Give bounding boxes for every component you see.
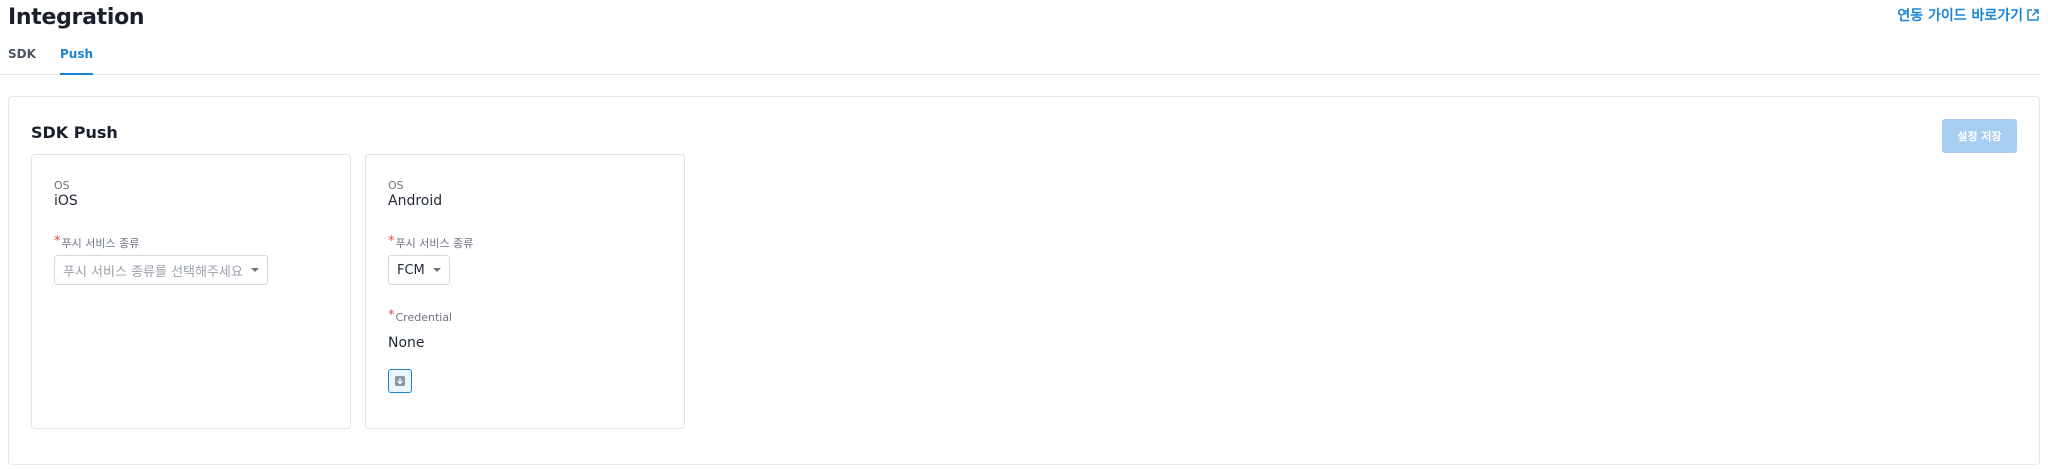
page: Integration 연동 가이드 바로가기 SDK Push SDK Pus… xyxy=(0,0,2048,470)
android-push-type-select[interactable]: FCM xyxy=(388,255,450,285)
chevron-down-icon xyxy=(432,268,441,272)
credential-value: None xyxy=(388,335,425,351)
required-marker: * xyxy=(54,234,61,249)
required-marker: * xyxy=(388,308,395,323)
push-type-label-text: 푸시 서비스 종류 xyxy=(61,237,140,250)
page-title: Integration xyxy=(8,5,145,30)
credential-label: *Credential xyxy=(388,308,453,325)
select-placeholder: 푸시 서비스 종류를 선택해주세요 xyxy=(63,264,243,280)
sdk-push-panel: SDK Push 설정 저장 OS iOS *푸시 서비스 종류 푸시 서비스 … xyxy=(8,96,2040,465)
chevron-down-icon xyxy=(250,268,259,272)
credential-label-text: Credential xyxy=(395,311,453,324)
credential-upload-button[interactable] xyxy=(388,369,412,393)
ios-push-type-select[interactable]: 푸시 서비스 종류를 선택해주세요 xyxy=(54,255,268,285)
os-value: Android xyxy=(388,193,443,209)
android-card: OS Android *푸시 서비스 종류 FCM *Credential No… xyxy=(365,154,685,429)
push-type-label: *푸시 서비스 종류 xyxy=(54,234,140,251)
os-label: OS xyxy=(54,179,70,192)
os-label: OS xyxy=(388,179,404,192)
push-type-label-text: 푸시 서비스 종류 xyxy=(395,237,474,250)
integration-guide-link[interactable]: 연동 가이드 바로가기 xyxy=(1897,5,2040,25)
tab-sdk[interactable]: SDK xyxy=(8,47,36,73)
tab-bar: SDK Push xyxy=(0,38,2040,75)
ios-card: OS iOS *푸시 서비스 종류 푸시 서비스 종류를 선택해주세요 xyxy=(31,154,351,429)
upload-icon xyxy=(394,372,406,391)
save-settings-button[interactable]: 설정 저장 xyxy=(1942,119,2017,153)
guide-link-label: 연동 가이드 바로가기 xyxy=(1897,8,2023,24)
push-type-label: *푸시 서비스 종류 xyxy=(388,234,474,251)
os-value: iOS xyxy=(54,193,78,209)
external-link-icon xyxy=(2026,8,2040,22)
required-marker: * xyxy=(388,234,395,249)
select-value: FCM xyxy=(397,262,425,278)
tab-push[interactable]: Push xyxy=(60,47,94,75)
panel-title: SDK Push xyxy=(31,123,118,142)
